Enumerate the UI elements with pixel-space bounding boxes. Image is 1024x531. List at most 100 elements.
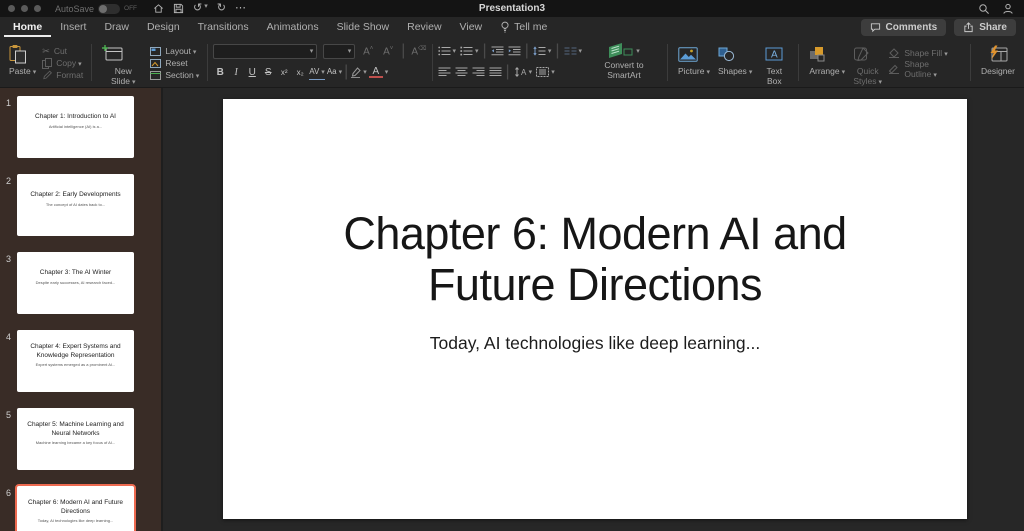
increase-indent-button[interactable] xyxy=(508,46,521,56)
minimize-window-button[interactable] xyxy=(21,5,28,12)
align-text-button[interactable] xyxy=(536,67,555,77)
new-slide-button[interactable]: New Slide xyxy=(98,41,148,89)
font-name-combo[interactable] xyxy=(213,43,318,59)
slide-number: 1 xyxy=(5,98,11,108)
align-center-button[interactable] xyxy=(455,67,468,77)
thumb-subtitle: Machine learning became a key focus of A… xyxy=(35,439,116,445)
account-icon[interactable] xyxy=(1002,3,1014,15)
thumbnail-slide-5[interactable]: 5 Chapter 5: Machine Learning and Neural… xyxy=(0,408,161,470)
quick-styles-icon xyxy=(853,43,870,65)
bold-button[interactable]: B xyxy=(213,66,227,79)
thumb-title: Chapter 4: Expert Systems and Knowledge … xyxy=(30,343,121,359)
layout-icon xyxy=(150,46,162,56)
line-spacing-button[interactable] xyxy=(533,46,552,56)
reset-button[interactable]: Reset xyxy=(150,57,199,69)
align-right-button[interactable] xyxy=(472,67,485,77)
strikethrough-button[interactable]: S xyxy=(261,66,275,79)
thumbnail-slide-2[interactable]: 2 Chapter 2: Early Developments The conc… xyxy=(0,174,161,236)
slide-editing-canvas: Chapter 6: Modern AI and Future Directio… xyxy=(163,88,1024,531)
search-icon[interactable] xyxy=(978,3,990,15)
designer-button[interactable]: Designer xyxy=(977,41,1019,79)
bullets-button[interactable] xyxy=(437,46,457,56)
tab-slide-show[interactable]: Slide Show xyxy=(328,18,399,37)
shape-fill-button[interactable]: Shape Fill xyxy=(888,47,962,60)
comments-button[interactable]: Comments xyxy=(860,19,947,36)
decrease-indent-button[interactable] xyxy=(491,46,504,56)
shapes-button[interactable]: Shapes xyxy=(714,41,756,79)
shape-outline-button[interactable]: Shape Outline xyxy=(888,59,962,79)
redo-button[interactable]: ↻ xyxy=(217,3,226,14)
more-toolbar-button[interactable]: ⋯ xyxy=(235,3,246,14)
tab-home[interactable]: Home xyxy=(4,18,52,37)
tab-draw[interactable]: Draw xyxy=(95,18,138,37)
justify-button[interactable] xyxy=(489,67,502,77)
clear-formatting-button[interactable]: A⌫ xyxy=(411,43,426,58)
paste-button[interactable]: Paste xyxy=(5,41,40,79)
designer-label: Designer xyxy=(980,66,1015,76)
tab-tell-me[interactable]: Tell me xyxy=(491,18,556,37)
layout-button[interactable]: Layout xyxy=(150,45,199,57)
autosave-knob xyxy=(99,4,108,13)
tab-insert[interactable]: Insert xyxy=(51,18,95,37)
slide-subtitle-textbox[interactable]: Today, AI technologies like deep learnin… xyxy=(223,333,967,354)
window-controls[interactable] xyxy=(8,5,41,12)
format-painter-button[interactable]: Format xyxy=(42,69,83,81)
slide-thumbnail-panel[interactable]: 1 Chapter 1: Introduction to AI Artifici… xyxy=(0,88,163,531)
shapes-icon xyxy=(718,43,736,65)
italic-button[interactable]: I xyxy=(229,66,243,79)
share-icon xyxy=(963,22,974,33)
thumbnail-slide-6-selected[interactable]: 6 Chapter 6: Modern AI and Future Direct… xyxy=(0,484,161,531)
tab-design[interactable]: Design xyxy=(138,18,189,37)
align-left-button[interactable] xyxy=(438,67,451,77)
grow-font-button[interactable]: A˄ xyxy=(361,43,375,58)
home-icon[interactable] xyxy=(153,3,164,14)
tab-review[interactable]: Review xyxy=(398,18,450,37)
reset-icon xyxy=(150,58,162,68)
underline-button[interactable]: U xyxy=(245,66,259,79)
text-box-button[interactable]: A Text Box xyxy=(756,41,792,89)
save-icon[interactable] xyxy=(173,3,184,14)
quick-styles-button[interactable]: Quick Styles xyxy=(849,41,886,89)
convert-to-smartart-button[interactable] xyxy=(608,42,640,59)
undo-button[interactable]: ↺ xyxy=(193,3,208,14)
font-size-combo[interactable] xyxy=(323,43,356,59)
tab-view[interactable]: View xyxy=(451,18,492,37)
highlight-color-button[interactable] xyxy=(350,66,367,78)
close-window-button[interactable] xyxy=(8,5,15,12)
current-slide[interactable]: Chapter 6: Modern AI and Future Directio… xyxy=(223,99,967,519)
autosave-state: OFF xyxy=(124,5,138,12)
share-button[interactable]: Share xyxy=(954,19,1016,36)
text-direction-button[interactable]: A xyxy=(514,67,533,77)
ribbon: Paste ✂ Cut Copy Format xyxy=(0,38,1024,88)
change-case-button[interactable]: Aa xyxy=(327,65,342,79)
cut-button[interactable]: ✂ Cut xyxy=(42,45,83,57)
thumbnail-card[interactable]: Chapter 5: Machine Learning and Neural N… xyxy=(17,408,134,470)
autosave-toggle[interactable]: AutoSave OFF xyxy=(55,3,138,14)
autosave-switch[interactable] xyxy=(98,3,121,14)
subscript-button[interactable]: x₂ xyxy=(293,66,307,79)
shrink-font-button[interactable]: A˅ xyxy=(381,43,395,58)
zoom-window-button[interactable] xyxy=(34,5,41,12)
thumbnail-card[interactable]: Chapter 1: Introduction to AI Artificial… xyxy=(17,96,134,158)
columns-button[interactable] xyxy=(564,46,583,56)
tab-transitions[interactable]: Transitions xyxy=(189,18,258,37)
character-spacing-button[interactable]: AV xyxy=(309,65,325,80)
thumbnail-card[interactable]: Chapter 6: Modern AI and Future Directio… xyxy=(15,484,136,531)
thumbnail-card[interactable]: Chapter 3: The AI Winter Despite early s… xyxy=(17,252,134,314)
font-color-button[interactable]: A xyxy=(368,66,389,78)
thumbnail-card[interactable]: Chapter 2: Early Developments The concep… xyxy=(17,174,134,236)
thumbnail-slide-1[interactable]: 1 Chapter 1: Introduction to AI Artifici… xyxy=(0,96,161,158)
numbering-button[interactable] xyxy=(460,46,479,56)
copy-button[interactable]: Copy xyxy=(42,57,83,69)
tab-animations[interactable]: Animations xyxy=(258,18,328,37)
arrange-button[interactable]: Arrange xyxy=(805,41,849,79)
slide-title-textbox[interactable]: Chapter 6: Modern AI and Future Directio… xyxy=(285,208,905,311)
thumbnail-slide-3[interactable]: 3 Chapter 3: The AI Winter Despite early… xyxy=(0,252,161,314)
svg-text:A: A xyxy=(521,68,527,77)
thumbnail-slide-4[interactable]: 4 Chapter 4: Expert Systems and Knowledg… xyxy=(0,330,161,392)
superscript-button[interactable]: x² xyxy=(277,66,291,79)
slide-number: 5 xyxy=(5,410,11,420)
section-button[interactable]: Section xyxy=(150,69,199,81)
thumbnail-card[interactable]: Chapter 4: Expert Systems and Knowledge … xyxy=(17,330,134,392)
picture-button[interactable]: Picture xyxy=(674,41,714,79)
